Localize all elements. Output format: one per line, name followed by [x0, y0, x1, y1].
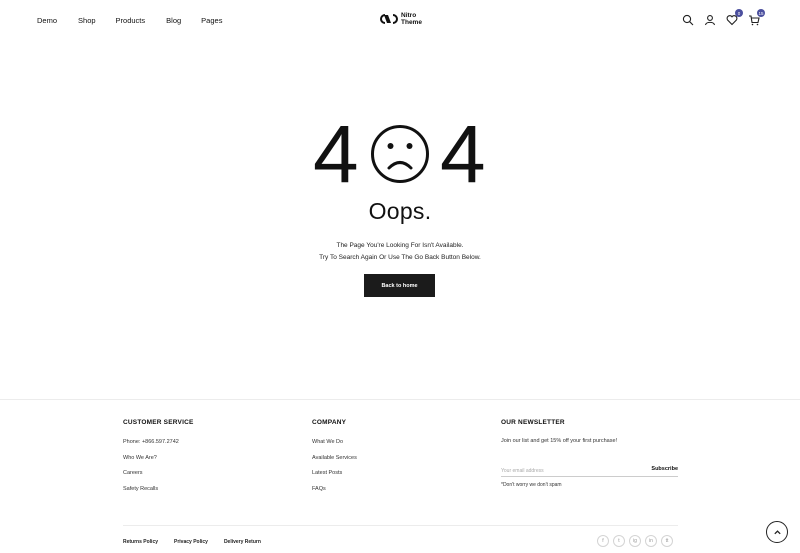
customer-service-title: CUSTOMER SERVICE: [123, 419, 194, 426]
logo-icon: [380, 14, 398, 24]
logo-line2: Theme: [401, 19, 422, 26]
logo-line1: Nitro: [401, 12, 417, 19]
error-message-line2: Try To Search Again Or Use The Go Back B…: [319, 254, 481, 261]
nav-blog[interactable]: Blog: [166, 16, 181, 25]
scroll-to-top-button[interactable]: [766, 521, 788, 543]
newsletter-note: *Don't worry we don't spam: [501, 482, 562, 488]
footer-bottom-divider: [123, 525, 678, 526]
safety-recalls-link[interactable]: Safety Recalls: [123, 486, 194, 492]
back-to-home-button[interactable]: Back to home: [364, 274, 435, 297]
footer-customer-service: CUSTOMER SERVICE Phone: +866.597.2742 Wh…: [123, 419, 194, 501]
error-title: Oops.: [368, 198, 432, 224]
privacy-policy-link[interactable]: Privacy Policy: [174, 539, 208, 545]
nav-demo[interactable]: Demo: [37, 16, 57, 25]
cart-icon[interactable]: 15: [748, 9, 765, 26]
chevron-up-icon: [773, 529, 781, 534]
newsletter-form: Subscribe: [501, 465, 678, 477]
available-services-link[interactable]: Available Services: [312, 455, 357, 461]
tiktok-icon[interactable]: tt: [661, 535, 673, 547]
twitter-icon[interactable]: t: [613, 535, 625, 547]
what-we-do-link[interactable]: What We Do: [312, 439, 357, 445]
site-header: Demo Shop Products Blog Pages Nitro Them…: [0, 0, 800, 40]
subscribe-button[interactable]: Subscribe: [651, 466, 678, 472]
newsletter-email-input[interactable]: [501, 465, 641, 476]
error-404-graphic: 4 4: [313, 120, 486, 188]
nav-pages[interactable]: Pages: [201, 16, 222, 25]
returns-policy-link[interactable]: Returns Policy: [123, 539, 158, 545]
error-digit-right: 4: [440, 120, 486, 188]
facebook-icon[interactable]: f: [597, 535, 609, 547]
social-links: f t ig in tt: [597, 535, 673, 547]
nav-shop[interactable]: Shop: [78, 16, 96, 25]
faqs-link[interactable]: FAQs: [312, 486, 357, 492]
company-title: COMPANY: [312, 419, 347, 426]
phone-link[interactable]: Phone: +866.597.2742: [123, 439, 194, 445]
footer-newsletter: OUR NEWSLETTER Join our list and get 15%…: [501, 419, 678, 488]
site-logo[interactable]: Nitro Theme: [380, 12, 422, 26]
error-message-line1: The Page You're Looking For Isn't Availa…: [336, 242, 464, 249]
delivery-return-link[interactable]: Delivery Return: [224, 539, 261, 545]
logo-text: Nitro Theme: [401, 12, 422, 26]
wishlist-badge: 0: [735, 9, 743, 17]
main-nav: Demo Shop Products Blog Pages: [37, 16, 246, 25]
footer-divider: [0, 399, 800, 400]
account-icon[interactable]: [704, 13, 716, 26]
linkedin-icon[interactable]: in: [645, 535, 657, 547]
policy-links: Returns Policy Privacy Policy Delivery R…: [123, 539, 277, 545]
careers-link[interactable]: Careers: [123, 470, 194, 476]
search-icon[interactable]: [682, 13, 694, 26]
header-icons: 0 15: [682, 9, 765, 26]
who-we-are-link[interactable]: Who We Are?: [123, 455, 194, 461]
newsletter-text: Join our list and get 15% off your first…: [501, 438, 618, 444]
error-message: The Page You're Looking For Isn't Availa…: [0, 240, 800, 264]
newsletter-title: OUR NEWSLETTER: [501, 419, 565, 426]
nav-products[interactable]: Products: [116, 16, 146, 25]
footer-company: COMPANY What We Do Available Services La…: [312, 419, 357, 501]
latest-posts-link[interactable]: Latest Posts: [312, 470, 357, 476]
sad-face-icon: [371, 125, 429, 183]
wishlist-icon[interactable]: 0: [726, 9, 743, 26]
instagram-icon[interactable]: ig: [629, 535, 641, 547]
error-digit-left: 4: [313, 120, 359, 188]
cart-badge: 15: [757, 9, 765, 17]
